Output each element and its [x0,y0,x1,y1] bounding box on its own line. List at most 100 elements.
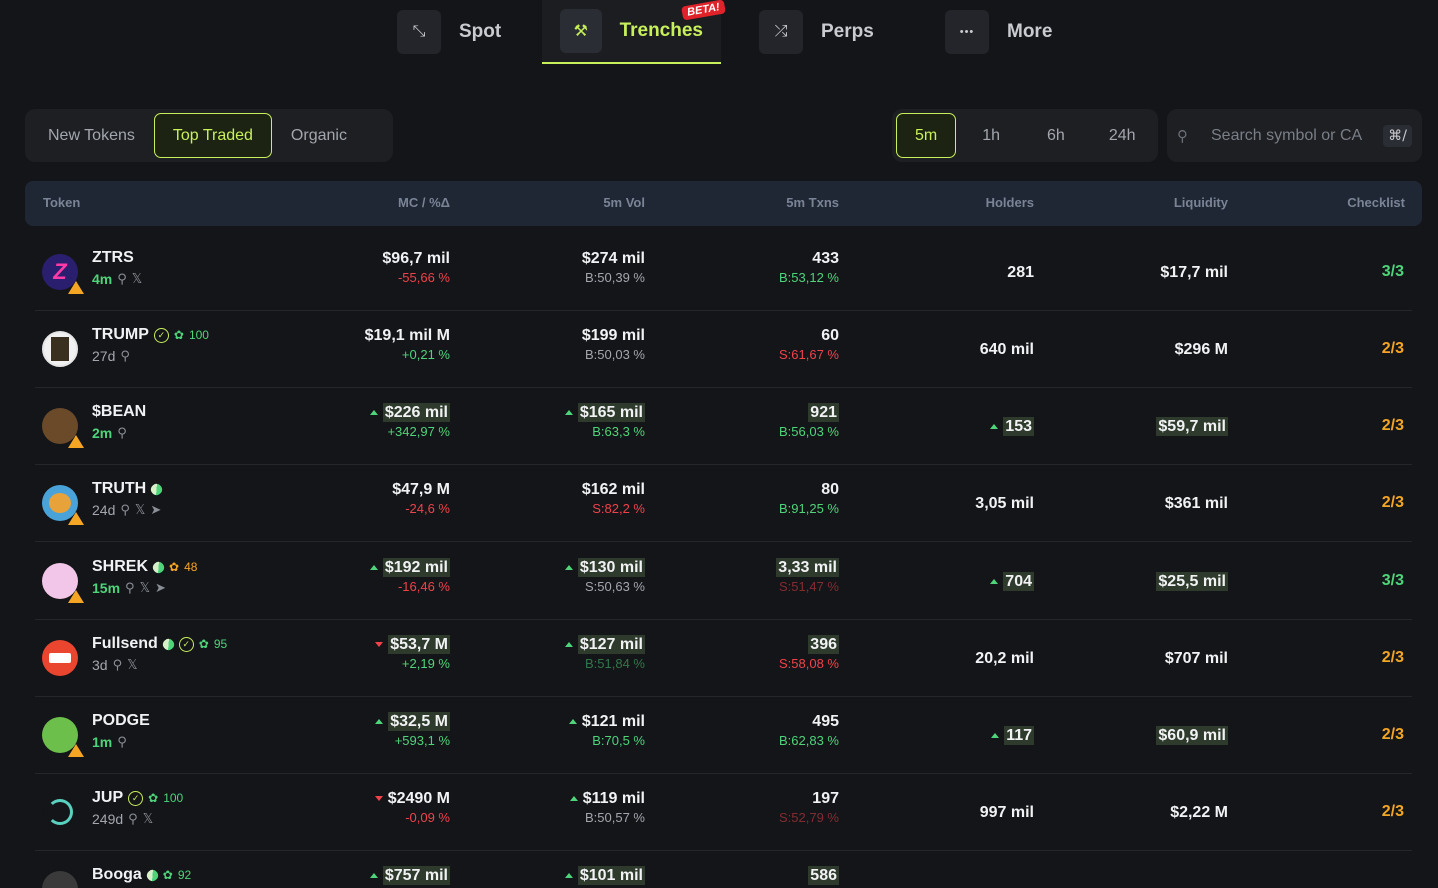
telegram-icon[interactable]: ➤ [155,580,166,596]
col-token[interactable]: Token [43,195,80,210]
col-mc[interactable]: MC / %Δ [398,195,450,210]
col-liquidity[interactable]: Liquidity [1174,195,1228,210]
tab-6h[interactable]: 6h [1026,113,1088,158]
x-icon[interactable]: 𝕏 [143,811,153,827]
search-icon[interactable]: ⚲ [120,502,130,518]
liquidity-cell: $361 mil [1164,495,1228,512]
arrows-icon: ⤮ [759,10,803,54]
checklist-score[interactable]: 2/3 [1382,340,1404,358]
search-icon[interactable]: ⚲ [125,580,135,596]
down-arrow-icon [375,642,384,647]
liquidity-cell: $25,5 mil [1156,572,1228,591]
leaf-icon: ✿ [198,637,209,651]
up-arrow-icon [990,424,999,429]
mc-cell: $192 mil -16,46 % [369,558,450,596]
checklist-score[interactable]: 3/3 [1382,572,1404,590]
vol-cell: $162 mil S:82,2 % [581,481,645,516]
txns-cell: 586 [808,866,839,885]
token-avatar [42,408,84,448]
mc-cell: $32,5 M +593,1 % [375,712,450,750]
vol-cell: $119 mil B:50,57 % [569,789,645,827]
col-holders[interactable]: Holders [986,195,1034,210]
txns-cell: 921 B:56,03 % [779,403,839,439]
x-icon[interactable]: 𝕏 [127,657,137,673]
verified-icon: ✓ [178,636,194,652]
up-arrow-icon [564,642,573,647]
table-row[interactable]: Booga ✿ 92 $757 mil $101 mil 586 [35,851,1412,888]
search-input[interactable] [1211,126,1381,145]
token-avatar [42,871,78,888]
timeframe-tabs: 5m 1h 6h 24h [892,109,1158,162]
tab-24h[interactable]: 24h [1088,113,1149,158]
token-name: TRUTH [92,480,165,498]
checklist-score[interactable]: 2/3 [1382,803,1404,821]
x-icon[interactable]: 𝕏 [132,271,142,287]
token-meta: 2m ⚲ [92,425,127,441]
checklist-score[interactable]: 2/3 [1382,417,1404,435]
checklist-score[interactable]: 3/3 [1382,263,1404,281]
tab-organic[interactable]: Organic [272,113,366,158]
table-row[interactable]: TRUTH 24d ⚲ 𝕏 ➤ $47,9 M -24,6 % $162 mil S… [35,465,1412,542]
x-icon[interactable]: 𝕏 [140,580,150,596]
token-avatar [42,794,78,830]
warning-icon [68,512,84,525]
checklist-score[interactable]: 2/3 [1382,649,1404,667]
table-row[interactable]: PODGE 1m ⚲ $32,5 M +593,1 % $121 mil B:70,… [35,697,1412,774]
token-age: 249d [92,811,124,827]
search-icon[interactable]: ⚲ [117,425,127,441]
col-txns[interactable]: 5m Txns [786,195,839,210]
tab-new-tokens[interactable]: New Tokens [29,113,154,158]
table-row[interactable]: TRUMP ✓ ✿ 100 27d ⚲ $19,1 mil M +0,21 % $… [35,311,1412,388]
table-row[interactable]: Z ZTRS 4m ⚲ 𝕏 $96,7 mil -55,66 % $274 mil… [35,234,1412,311]
table-row[interactable]: SHREK ✿ 48 15m ⚲ 𝕏 ➤ $192 mil -16,46 % $1… [35,543,1412,620]
nav-perps[interactable]: ⤮ Perps [759,0,874,64]
checklist-score[interactable]: 2/3 [1382,726,1404,744]
shortcut-hint: ⌘/ [1383,124,1412,147]
col-checklist[interactable]: Checklist [1347,195,1405,210]
holders-cell: 20,2 mil [975,650,1034,667]
token-age: 1m [92,734,113,750]
search-icon[interactable]: ⚲ [120,348,130,364]
nav-label: Perps [821,21,874,42]
holders-cell: 281 [1007,264,1034,281]
table-row[interactable]: Fullsend ✓ ✿ 95 3d ⚲ 𝕏 $53,7 M +2,19 % $1… [35,620,1412,697]
liquidity-cell: $2,22 M [1170,804,1228,821]
token-meta: 1m ⚲ [92,734,127,750]
organic-score: 95 [213,637,228,651]
txns-cell: 60 S:61,67 % [779,327,839,362]
mc-cell: $53,7 M +2,19 % [375,635,450,673]
token-age: 27d [92,348,116,364]
down-arrow-icon [374,796,383,801]
liquidity-cell: $296 M [1174,341,1228,358]
token-avatar: Z [42,254,84,294]
liquidity-cell: $707 mil [1164,650,1228,667]
tab-1h[interactable]: 1h [956,113,1026,158]
nav-spot[interactable]: ⤡ Spot [397,0,501,64]
vol-cell: $274 mil B:50,39 % [581,250,645,285]
txns-cell: 396 S:58,08 % [779,635,839,671]
tab-top-traded[interactable]: Top Traded [153,113,272,158]
token-meta: 3d ⚲ 𝕏 [92,657,138,673]
x-icon[interactable]: 𝕏 [135,502,145,518]
organic-score: 100 [188,328,209,342]
telegram-icon[interactable]: ➤ [150,502,161,518]
search-icon[interactable]: ⚲ [113,657,123,673]
vol-cell: $165 mil B:63,3 % [564,403,645,441]
nav-more[interactable]: ••• More [945,0,1052,64]
up-arrow-icon [564,410,573,415]
search-icon[interactable]: ⚲ [117,271,127,287]
col-vol[interactable]: 5m Vol [603,195,645,210]
token-avatar [42,640,78,676]
tab-5m[interactable]: 5m [896,113,957,158]
table-row[interactable]: JUP ✓ ✿ 100 249d ⚲ 𝕏 $2490 M -0,09 % $119… [35,774,1412,851]
txns-cell: 80 B:91,25 % [779,481,839,516]
search-icon[interactable]: ⚲ [117,734,127,750]
up-arrow-icon [991,733,1000,738]
search-icon[interactable]: ⚲ [128,811,138,827]
pill-icon [160,636,177,652]
checklist-score[interactable]: 2/3 [1382,494,1404,512]
txns-cell: 433 B:53,12 % [779,250,839,285]
nav-trenches[interactable]: ⚒ Trenches BETA! [542,0,726,64]
table-row[interactable]: $BEAN 2m ⚲ $226 mil +342,97 % $165 mil B:6… [35,388,1412,465]
mc-cell: $19,1 mil M +0,21 % [364,327,450,362]
